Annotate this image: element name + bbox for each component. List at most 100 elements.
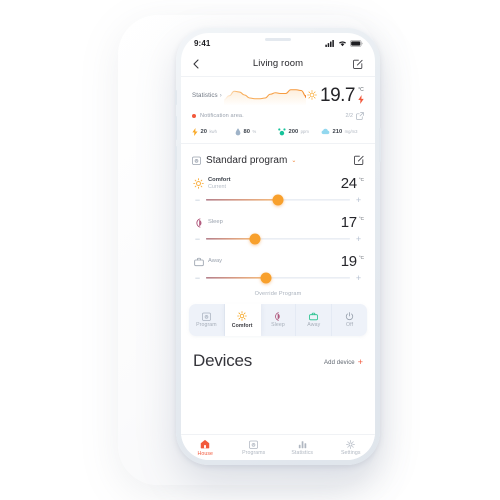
tab-label: Settings <box>340 450 361 457</box>
power-icon <box>345 311 354 320</box>
add-device-button[interactable]: Add device + <box>324 358 363 369</box>
decrease-button[interactable]: − <box>192 234 203 244</box>
current-temperature-value: 19.7 <box>320 84 355 106</box>
edit-square-icon <box>353 59 363 69</box>
gear-icon <box>346 439 356 449</box>
tab-label: Programs <box>242 450 266 457</box>
sparkline-chart <box>223 85 307 105</box>
setpoint-temp-value: 24 <box>340 175 357 192</box>
notification-count: 2/2 <box>345 112 354 119</box>
mode-item-sleep[interactable]: Sleep <box>261 304 297 336</box>
volume-up-button[interactable] <box>175 116 177 140</box>
cloud-dust-icon <box>321 128 330 135</box>
chevron-right-icon: › <box>219 92 222 99</box>
lightning-bolt-icon <box>192 127 198 136</box>
setpoint-icon-wrap <box>192 178 205 189</box>
moon-icon <box>275 312 281 321</box>
sparkline-svg <box>223 85 307 105</box>
setpoint-icon-wrap <box>192 217 205 228</box>
tab-programs[interactable]: Programs <box>230 435 279 460</box>
slider-thumb[interactable] <box>249 233 261 245</box>
wifi-icon <box>338 40 347 46</box>
setpoint-temperature: 24 °C <box>341 176 364 191</box>
tab-statistics[interactable]: Statistics <box>278 435 327 460</box>
back-button[interactable] <box>193 58 207 69</box>
override-program-link[interactable]: Override Program <box>192 291 364 297</box>
temperature-slider[interactable] <box>206 233 350 245</box>
mode-item-off[interactable]: Off <box>332 304 367 336</box>
metric-value: 210 <box>332 128 343 135</box>
metric-particles: 210 mg/m3 <box>321 128 364 135</box>
edit-program-button[interactable] <box>354 155 364 165</box>
external-link-icon[interactable] <box>356 111 364 120</box>
mode-item-away[interactable]: Away <box>296 304 333 336</box>
decrease-button[interactable]: − <box>192 195 203 205</box>
phone-frame: 9:41 Living room Statistics › 19.7 °C No… <box>175 28 381 465</box>
tab-settings[interactable]: Settings <box>327 435 376 460</box>
home-icon <box>201 440 210 449</box>
increase-button[interactable]: + <box>353 273 364 283</box>
increase-button[interactable]: + <box>353 234 364 244</box>
temperature-slider[interactable] <box>206 194 350 206</box>
humidity-drop-icon <box>235 127 241 135</box>
setpoint-temp-value: 19 <box>340 253 357 270</box>
slider-thumb[interactable] <box>260 272 272 284</box>
mode-label: Off <box>346 322 354 329</box>
setpoint-name: Away <box>208 257 223 264</box>
temperature-unit: °C <box>358 87 364 93</box>
setpoint-name: Sleep <box>208 218 223 225</box>
setpoint-temperature: 17 °C <box>341 215 364 230</box>
status-time: 9:41 <box>194 38 211 48</box>
sun-icon <box>237 311 247 322</box>
calendar-program-icon <box>192 156 201 165</box>
calendar-icon <box>249 440 259 449</box>
setpoint-slider-row: − + <box>192 193 364 207</box>
status-bar: 9:41 <box>181 33 375 51</box>
lightning-bolt-icon <box>358 95 364 104</box>
statistics-link-label: Statistics <box>192 91 218 99</box>
volume-down-button[interactable] <box>175 146 177 170</box>
decrease-button[interactable]: − <box>192 273 203 283</box>
bottom-tab-bar: House Programs Statistics Settings <box>181 434 375 460</box>
metric-co2: 200 ppm <box>278 127 321 136</box>
setpoint-temperature: 19 °C <box>341 254 364 269</box>
tab-house[interactable]: House <box>181 435 230 460</box>
setpoint-slider-row: − + <box>192 232 364 246</box>
edit-square-icon <box>354 155 364 165</box>
notification-row[interactable]: Notification area. 2/2 <box>192 110 364 121</box>
metrics-row: 20 kwh 80 % 200 ppm 210 mg/m3 <box>192 126 364 137</box>
mode-label: Away <box>307 322 321 329</box>
setpoint-slider-row: − + <box>192 271 364 285</box>
setpoint-temp-value: 17 <box>340 214 357 231</box>
metric-unit: kwh <box>209 129 217 134</box>
mode-item-comfort[interactable]: Comfort <box>224 304 261 336</box>
setpoint-temp-unit: °C <box>358 216 364 221</box>
temperature-slider[interactable] <box>206 272 350 284</box>
calendar-program-icon <box>202 312 211 321</box>
metric-unit: mg/m3 <box>344 129 358 134</box>
metric-humidity: 80 % <box>235 127 278 136</box>
chevron-left-icon <box>193 58 199 69</box>
devices-section: Devices Add device + <box>181 336 375 369</box>
battery-icon <box>350 39 363 47</box>
silent-switch[interactable] <box>175 90 177 105</box>
power-button[interactable] <box>379 128 381 162</box>
slider-fill <box>206 238 255 240</box>
chevron-down-icon[interactable]: ⌄ <box>291 157 296 164</box>
setpoint-labels: Sleep <box>208 219 341 226</box>
statistics-link[interactable]: Statistics › <box>192 92 222 99</box>
edit-room-button[interactable] <box>349 59 363 69</box>
program-card: Standard program ⌄ Comfort Current 24 °C… <box>181 144 375 297</box>
plus-icon: + <box>357 357 363 367</box>
metric-value: 200 <box>288 128 299 135</box>
temperature-block: 19.7 °C <box>307 86 364 105</box>
slider-fill <box>206 277 267 279</box>
metric-unit: % <box>252 129 257 134</box>
slider-fill <box>206 199 278 201</box>
increase-button[interactable]: + <box>353 195 364 205</box>
notification-status-dot <box>192 113 196 118</box>
slider-thumb[interactable] <box>272 194 284 206</box>
setpoint-header: Away 19 °C <box>192 253 364 270</box>
mode-item-program[interactable]: Program <box>189 304 225 336</box>
setpoint-name: Comfort <box>208 176 231 183</box>
